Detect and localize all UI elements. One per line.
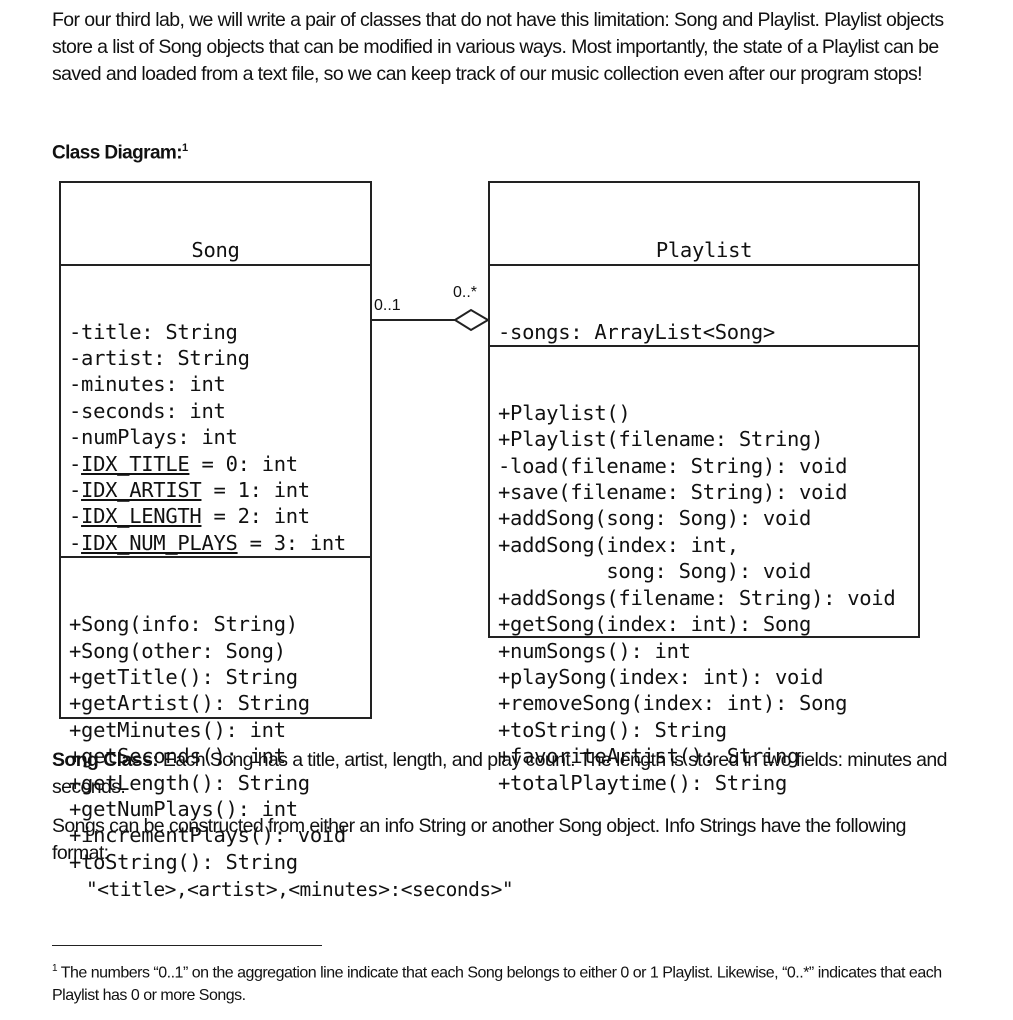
song-attribute: -IDX_ARTIST = 1: int: [69, 478, 310, 503]
song-class-name: Song: [61, 236, 370, 266]
song-attribute: -IDX_TITLE = 0: int: [69, 451, 298, 476]
playlist-method: +playSong(index: int): void: [498, 664, 824, 689]
playlist-method: +save(filename: String): void: [498, 480, 848, 505]
playlist-method: +toString(): String: [498, 717, 727, 742]
song-method: +getMinutes(): int: [69, 717, 286, 742]
song-attribute: -artist: String: [69, 346, 250, 371]
info-string-format: "<title>,<artist>,<minutes>:<seconds>": [86, 878, 514, 901]
playlist-method: +addSong(index: int,: [498, 532, 739, 557]
song-class-box: Song -title: String -artist: String -minut…: [59, 181, 372, 874]
playlist-class-name: Playlist: [490, 236, 918, 266]
playlist-method: song: Song): void: [498, 559, 812, 584]
intro-paragraph: For our third lab, we will write a pair …: [52, 9, 944, 85]
footnote-divider: [52, 945, 322, 946]
song-attribute: -IDX_NUM_PLAYS = 3: int: [69, 530, 346, 555]
song-class-paragraph: Song Class: Each Song has a title, artis…: [52, 749, 947, 798]
song-attributes: -title: String -artist: String -minutes: i…: [61, 319, 370, 559]
playlist-method: +addSongs(filename: String): void: [498, 585, 896, 610]
songs-construction-paragraph: Songs can be constructed from either an …: [52, 815, 907, 864]
footnote-ref: 1: [181, 142, 188, 154]
song-attribute: -title: String: [69, 319, 238, 344]
song-method: +Song(info: String): [69, 612, 298, 637]
class-diagram-heading: Class Diagram:1: [52, 142, 188, 164]
song-method: +Song(other: Song): [69, 638, 286, 663]
footnote: 1 The numbers “0..1” on the aggregation …: [52, 963, 942, 1005]
playlist-method: +removeSong(index: int): Song: [498, 691, 848, 716]
playlist-method: +getSong(index: int): Song: [498, 612, 812, 637]
aggregation-diamond-icon: [453, 308, 490, 332]
playlist-attributes: -songs: ArrayList<Song>: [490, 319, 918, 348]
song-method: +getTitle(): String: [69, 664, 298, 689]
song-attribute: -numPlays: int: [69, 425, 238, 450]
song-attribute: -IDX_LENGTH = 2: int: [69, 504, 310, 529]
multiplicity-playlist: 0..*: [453, 284, 478, 301]
playlist-attribute: -songs: ArrayList<Song>: [498, 319, 775, 344]
song-attribute: -seconds: int: [69, 398, 226, 423]
playlist-method: -load(filename: String): void: [498, 453, 848, 478]
song-attribute: -minutes: int: [69, 372, 226, 397]
playlist-class-box: Playlist -songs: ArrayList<Song> +Playli…: [488, 181, 920, 795]
playlist-method: +numSongs(): int: [498, 638, 691, 663]
playlist-method: +addSong(song: Song): void: [498, 506, 812, 531]
song-method: +getArtist(): String: [69, 691, 310, 716]
playlist-method: +Playlist(): [498, 400, 631, 425]
multiplicity-song: 0..1: [374, 297, 401, 314]
playlist-method: +Playlist(filename: String): [498, 427, 824, 452]
playlist-methods: +Playlist() +Playlist(filename: String) -l…: [490, 400, 918, 796]
